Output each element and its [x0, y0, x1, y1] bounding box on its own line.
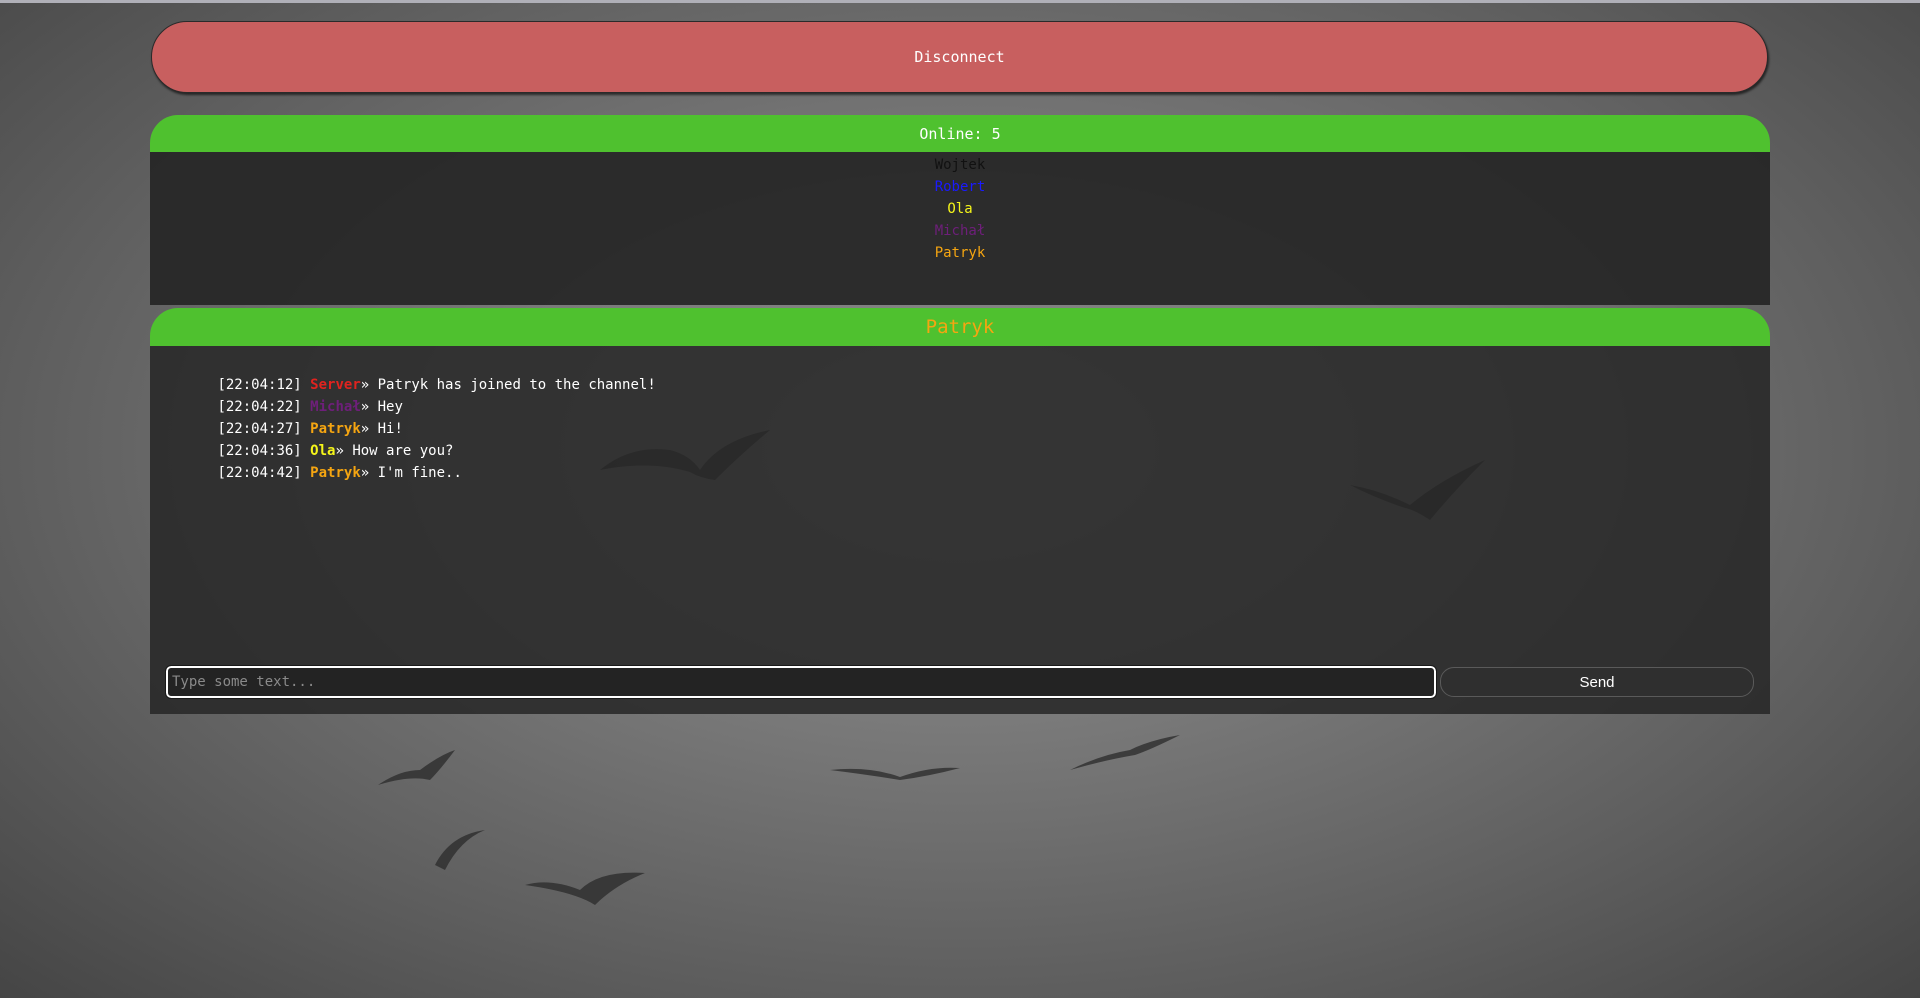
online-count-header: Online: 5 — [150, 115, 1770, 152]
message-separator: » — [360, 399, 378, 415]
online-user-robert[interactable]: Robert — [150, 176, 1770, 198]
online-user-michal[interactable]: Michał — [150, 220, 1770, 242]
online-panel: Online: 5 Wojtek Robert Ola Michał Patry… — [150, 115, 1770, 305]
message-list: [22:04:12] Server» Patryk has joined to … — [150, 346, 1770, 481]
message-timestamp: [22:04:42] — [217, 465, 302, 481]
chat-panel: Patryk [22:04:12] Server» Patryk has joi… — [150, 308, 1770, 714]
message-separator: » — [360, 377, 378, 393]
message-row: [22:04:12] Server» Patryk has joined to … — [150, 352, 1770, 393]
online-user-list: Wojtek Robert Ola Michał Patryk — [150, 152, 1770, 305]
current-user-header: Patryk — [150, 308, 1770, 346]
online-user-wojtek[interactable]: Wojtek — [150, 154, 1770, 176]
message-author: Server — [310, 377, 361, 393]
chat-body: [22:04:12] Server» Patryk has joined to … — [150, 346, 1770, 714]
message-text: Hi! — [377, 421, 403, 437]
message-text: Patryk has joined to the channel! — [377, 377, 656, 393]
online-user-patryk[interactable]: Patryk — [150, 242, 1770, 264]
message-input-row: Send — [165, 665, 1754, 699]
message-input[interactable] — [165, 665, 1437, 699]
message-timestamp: [22:04:12] — [217, 377, 302, 393]
message-author: Ola — [310, 443, 336, 459]
message-author: Patryk — [310, 465, 361, 481]
message-text: I'm fine.. — [377, 465, 462, 481]
message-text: Hey — [377, 399, 403, 415]
send-button[interactable]: Send — [1440, 667, 1754, 697]
message-timestamp: [22:04:22] — [217, 399, 302, 415]
message-separator: » — [360, 465, 378, 481]
online-user-ola[interactable]: Ola — [150, 198, 1770, 220]
message-timestamp: [22:04:36] — [217, 443, 302, 459]
message-author: Patryk — [310, 421, 361, 437]
message-separator: » — [335, 443, 353, 459]
message-separator: » — [360, 421, 378, 437]
disconnect-button[interactable]: Disconnect — [151, 21, 1768, 93]
message-text: How are you? — [352, 443, 454, 459]
message-author: Michał — [310, 399, 361, 415]
message-timestamp: [22:04:27] — [217, 421, 302, 437]
